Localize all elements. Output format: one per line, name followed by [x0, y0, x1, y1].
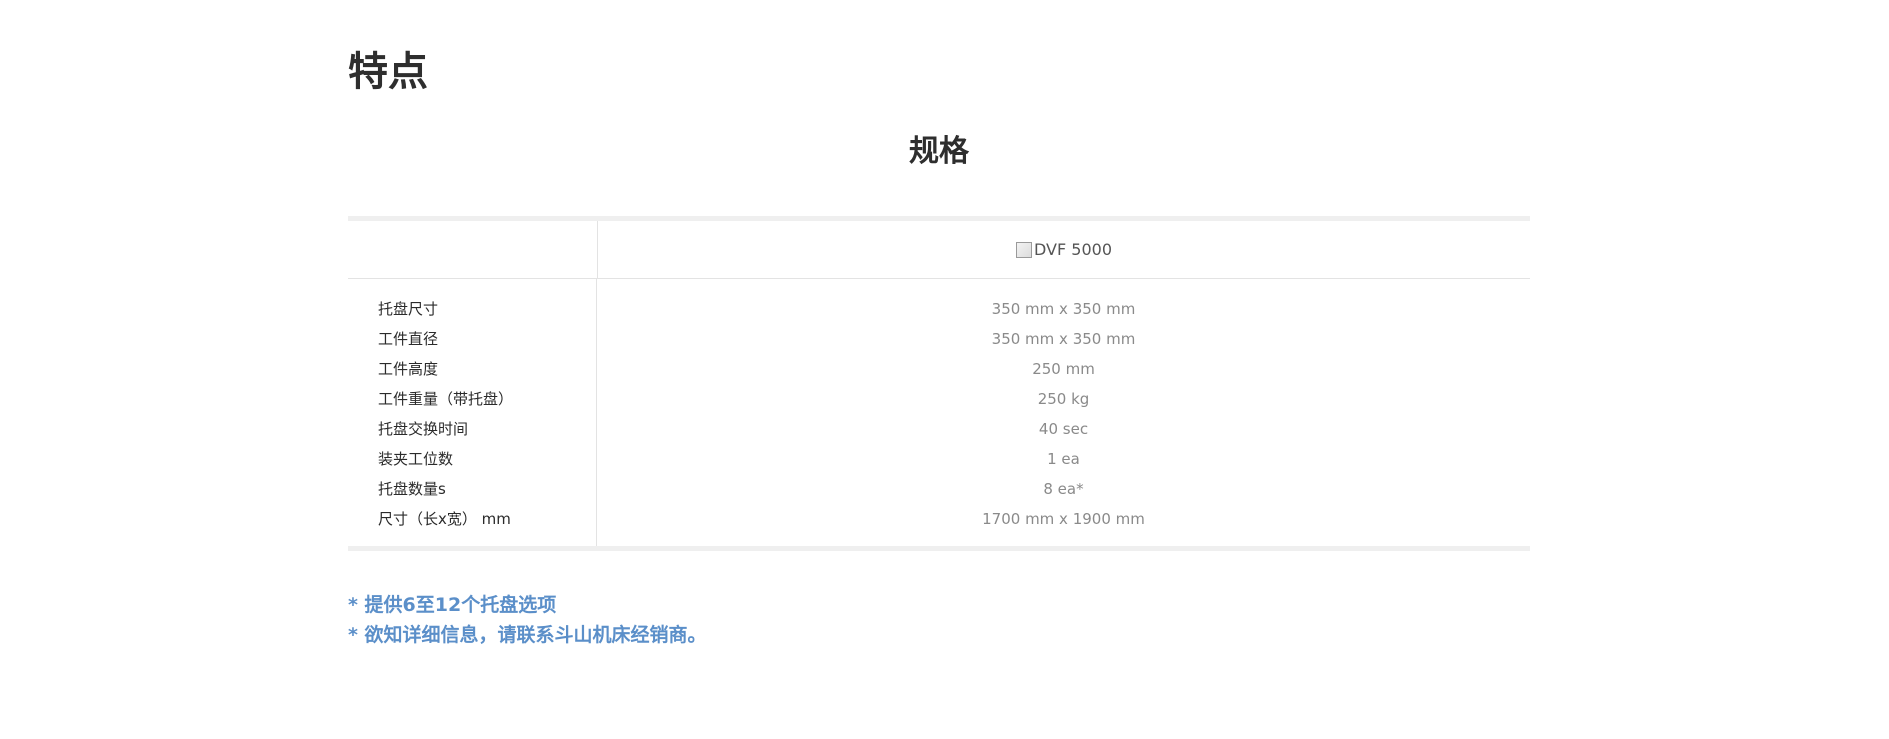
spec-label-pallet-change-time: 托盘交换时间	[378, 420, 469, 438]
spec-value-pallet-change-time: 40 sec	[1038, 420, 1089, 438]
spec-value-workpiece-height: 250 mm	[1032, 360, 1095, 378]
spec-label-pallet-size: 托盘尺寸	[378, 300, 439, 318]
specs-title: 规格	[909, 134, 969, 169]
spec-value-workpiece-diameter: 350 mm x 350 mm	[991, 330, 1136, 348]
spec-notes: * 提供6至12个托盘选项 * 欲知详细信息，请联系斗山机床经销商。	[348, 590, 707, 650]
spec-label-workpiece-height: 工件高度	[378, 360, 439, 378]
broken-image-icon	[1016, 241, 1032, 258]
note-pallet-options: * 提供6至12个托盘选项	[348, 594, 557, 616]
spec-value-pallet-count: 8 ea*	[1043, 480, 1084, 498]
spec-label-workpiece-weight: 工件重量（带托盘）	[378, 390, 514, 408]
spec-label-pallet-count: 托盘数量s	[378, 480, 446, 498]
model-image: DVF 5000	[598, 221, 1530, 278]
spec-table-body: 托盘尺寸 工件直径 工件高度 工件重量（带托盘） 托盘交换时间 装夹工位数 托盘…	[348, 279, 1530, 546]
spec-label-dimensions: 尺寸（长x宽） mm	[378, 510, 511, 528]
spec-label-column: 托盘尺寸 工件直径 工件高度 工件重量（带托盘） 托盘交换时间 装夹工位数 托盘…	[348, 279, 597, 546]
note-contact-dealer: * 欲知详细信息，请联系斗山机床经销商。	[348, 624, 707, 646]
spec-label-workpiece-diameter: 工件直径	[378, 330, 439, 348]
spec-value-workpiece-weight: 250 kg	[1037, 390, 1090, 408]
spec-label-setup-stations: 装夹工位数	[378, 450, 454, 468]
spec-value-pallet-size: 350 mm x 350 mm	[991, 300, 1136, 318]
spec-value-dimensions: 1700 mm x 1900 mm	[982, 510, 1145, 528]
spec-value-setup-stations: 1 ea	[1047, 450, 1080, 468]
header-empty-cell	[348, 221, 598, 278]
spec-value-column: 350 mm x 350 mm 350 mm x 350 mm 250 mm 2…	[597, 279, 1530, 546]
features-title: 特点	[348, 49, 428, 95]
spec-table-header: DVF 5000	[348, 221, 1530, 279]
model-image-alt: DVF 5000	[1034, 240, 1112, 259]
spec-table: DVF 5000 托盘尺寸 工件直径 工件高度 工件重量（带托盘） 托盘交换时间…	[348, 216, 1530, 551]
